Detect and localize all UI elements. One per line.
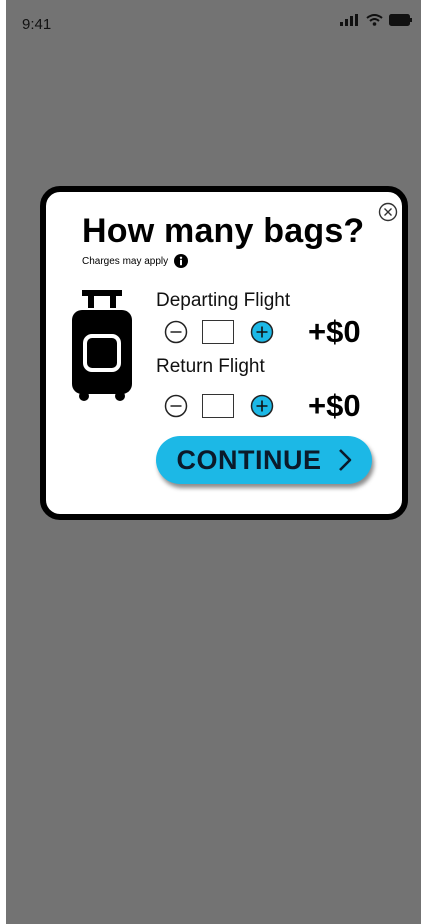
info-icon[interactable]	[174, 254, 189, 268]
status-time: 9:41	[22, 16, 52, 33]
luggage-icon	[72, 290, 132, 401]
battery-icon	[389, 14, 412, 26]
signal-icon	[340, 14, 358, 26]
return-bags-quantity[interactable]	[202, 394, 234, 418]
plus-icon[interactable]	[250, 394, 274, 418]
departing-bags-quantity[interactable]	[202, 320, 234, 344]
charges-note-text: Charges may apply	[82, 255, 169, 267]
charges-note: Charges may apply	[82, 254, 189, 268]
return-price: +$0	[308, 388, 361, 423]
bags-modal: How many bags? Charges may apply Departi…	[40, 186, 408, 520]
modal-title: How many bags?	[82, 212, 365, 250]
chevron-right-icon	[338, 449, 351, 471]
minus-icon[interactable]	[164, 320, 188, 344]
return-flight-label: Return Flight	[156, 356, 265, 377]
status-bar: 9:41	[6, 0, 421, 52]
close-icon[interactable]	[378, 202, 398, 222]
minus-icon[interactable]	[164, 394, 188, 418]
return-bags-stepper	[164, 394, 274, 418]
departing-flight-label: Departing Flight	[156, 290, 291, 311]
plus-icon[interactable]	[250, 320, 274, 344]
departing-price: +$0	[308, 314, 361, 349]
status-icons	[340, 14, 413, 26]
continue-button[interactable]: CONTINUE	[156, 436, 372, 484]
app-screen: 9:41 How many bags? Charges may apply De…	[6, 0, 421, 924]
wifi-icon	[366, 14, 383, 26]
continue-label: CONTINUE	[176, 444, 322, 475]
departing-bags-stepper	[164, 320, 274, 344]
